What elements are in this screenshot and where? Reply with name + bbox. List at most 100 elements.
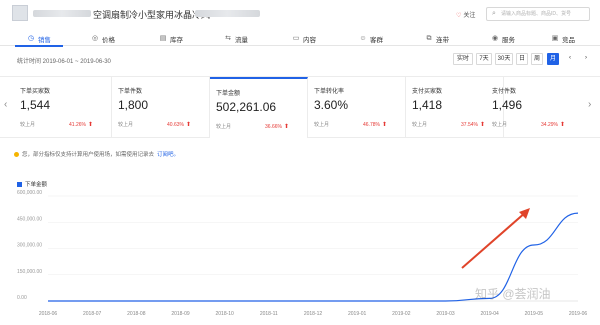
related-icon: ⧉ [426,35,432,42]
tab-price[interactable]: ◎ 价格 [91,32,115,46]
annotation-arrow [461,208,530,269]
tab-label: 价格 [102,37,115,44]
x-tick-label: 2019-02 [392,311,411,317]
search-input[interactable] [501,9,587,19]
realtime-button[interactable]: 实时 [453,53,473,65]
x-tick-label: 2018-10 [215,311,234,317]
trend-chart: 0.00 150,000.00 300,000.00 450,000.00 600,00… [0,170,600,325]
month-button[interactable]: 月 [547,53,559,65]
chart-legend[interactable]: 下单金额 [17,180,47,188]
metric-card[interactable]: 下单买家数 1,544 较上月 41.26% ⬆ [14,77,112,138]
tab-label: 流量 [235,37,248,44]
product-search[interactable]: ⌕ [486,7,590,21]
metric-value: 1,544 [20,98,51,112]
tab-traffic[interactable]: ⇆ 流量 [224,32,248,46]
change-value: 34.29% [541,122,558,128]
x-tick-label: 2019-04 [480,311,499,317]
warning-dot-icon [14,151,19,157]
metric-card[interactable]: 支付件数 1,496 较上月 34.29% ⬆ [486,77,584,138]
tab-sales[interactable]: ◷ 销售 [15,32,63,47]
product-title: 空调扇制冷小型家用冰晶冷风 [93,10,211,20]
metric-change: 34.29% ⬆ [541,121,565,128]
x-tick-label: 2018-06 [39,311,58,317]
subscribe-link[interactable]: 订阅吧。 [157,150,179,158]
tab-label: 客群 [370,37,383,44]
statistic-period: 统计时间 2019-06-01 ~ 2019-06-30 [17,59,111,65]
analysis-tabs: ◷ 销售 ◎ 价格 ▤ 库存 ⇆ 流量 ▭ 内容 ☺ 客群 ⧉ 连带 ◉ 服务 ▣ 竞品 [0,30,600,47]
metric-value: 1,800 [118,98,149,112]
metric-card[interactable]: 下单转化率 3.60% 较上月 46.78% ⬆ [308,77,406,138]
chevron-right-icon[interactable]: › [581,53,591,65]
x-tick-label: 2018-08 [127,311,146,317]
7-days-button[interactable]: 7天 [476,53,492,65]
inventory-icon: ▤ [159,35,167,42]
notice-bar: 您，部分指标仅支持计算用户使用场，如需使用记录去 订阅吧。 [14,150,179,158]
tab-label: 服务 [502,37,515,44]
metric-card[interactable]: 下单件数 1,800 较上月 40.63% ⬆ [112,77,210,138]
tab-content[interactable]: ▭ 内容 [292,32,316,46]
compare-label: 较上月 [216,124,232,130]
change-value: 37.54% [461,122,478,128]
tab-competitor[interactable]: ▣ 竞品 [551,32,575,46]
sales-icon: ◷ [27,35,35,42]
content-icon: ▭ [292,35,300,42]
tab-label: 内容 [303,37,316,44]
tab-label: 竞品 [562,37,575,44]
tab-service[interactable]: ◉ 服务 [491,32,515,46]
follow-label: 关注 [463,13,476,19]
x-tick-label: 2019-01 [348,311,367,317]
metric-label: 下单件数 [118,89,143,95]
compare-label: 较上月 [118,122,134,128]
day-button[interactable]: 日 [516,53,528,65]
arrow-up-icon: ⬆ [87,122,93,128]
compare-label: 较上月 [492,122,508,128]
metric-label: 支付件数 [492,89,517,95]
chevron-right-icon[interactable]: › [588,99,591,110]
tab-audience[interactable]: ☺ 客群 [359,32,383,46]
metric-label: 下单转化率 [314,89,345,95]
product-thumbnail[interactable] [12,5,28,21]
y-tick-label: 0.00 [17,295,27,301]
time-filter-bar: 统计时间 2019-06-01 ~ 2019-06-30 实时 7天 30天 日… [0,50,600,68]
metric-label: 下单金额 [216,91,241,97]
chevron-left-icon[interactable]: ‹ [4,99,7,110]
change-value: 46.78% [363,122,380,128]
metric-value: 3.60% [314,98,349,112]
metric-change: 37.54% ⬆ [461,121,485,128]
week-button[interactable]: 周 [531,53,543,65]
compare-label: 较上月 [20,122,36,128]
tab-label: 连带 [436,37,449,44]
redacted-text [195,10,260,17]
x-tick-label: 2018-09 [171,311,190,317]
tab-related[interactable]: ⧉ 连带 [425,32,450,46]
follow-button[interactable]: ♡ 关注 [456,10,475,19]
metric-change: 46.78% ⬆ [363,121,387,128]
audience-icon: ☺ [359,35,367,42]
y-tick-label: 450,000.00 [17,216,42,222]
x-tick-label: 2018-12 [304,311,323,317]
watermark: 知乎 @荟润油 [475,287,551,301]
chevron-left-icon[interactable]: ‹ [565,53,575,65]
notice-text: 您，部分指标仅支持计算用户使用场，如需使用记录去 [22,152,155,158]
tab-inventory[interactable]: ▤ 库存 [159,32,183,46]
arrow-up-icon: ⬆ [479,122,485,128]
metric-label: 下单买家数 [20,89,51,95]
arrow-up-icon: ⬆ [185,122,191,128]
metric-cards: ‹ 下单买家数 1,544 较上月 41.26% ⬆ 下单件数 1,800 较上月… [0,76,600,138]
metric-card-selected[interactable]: 下单金额 502,261.06 较上月 36.66% ⬆ [210,77,308,138]
arrow-up-icon: ⬆ [283,124,289,130]
metric-change: 36.66% ⬆ [265,123,289,130]
product-header: 空调扇制冷小型家用冰晶冷风 ♡ 关注 ⌕ [0,0,600,28]
metric-change: 41.26% ⬆ [69,121,93,128]
search-icon[interactable]: ⌕ [492,10,496,18]
tab-label: 销售 [38,37,51,44]
tab-label: 库存 [170,37,183,44]
price-icon: ◎ [91,35,99,42]
arrow-up-icon: ⬆ [559,122,565,128]
arrow-up-icon: ⬆ [381,122,387,128]
legend-label: 下单金额 [25,182,48,188]
y-tick-label: 150,000.00 [17,269,42,275]
redacted-text [33,10,91,17]
legend-swatch [17,181,22,187]
30-days-button[interactable]: 30天 [495,53,513,65]
